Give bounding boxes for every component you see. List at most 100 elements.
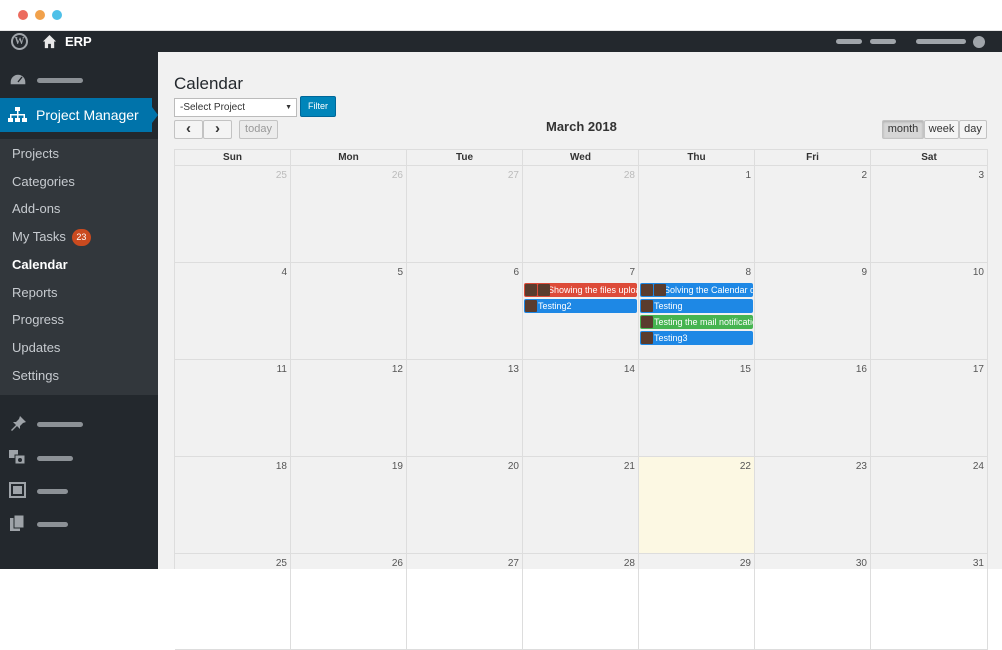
calendar-day-cell[interactable]: 18 xyxy=(175,457,291,554)
calendar-day-cell[interactable]: 6 xyxy=(407,263,523,360)
calendar-day-cell[interactable]: 13 xyxy=(407,360,523,457)
calendar-event[interactable]: Testing3 xyxy=(640,331,753,345)
calendar-day-cell[interactable]: 8 Solving the Calendar du Testing Testing t… xyxy=(639,263,755,360)
menu-label-placeholder[interactable] xyxy=(37,522,68,527)
menu-label-placeholder[interactable] xyxy=(37,489,68,494)
day-number: 23 xyxy=(855,461,867,472)
sidebar-item-project-manager[interactable]: Project Manager xyxy=(0,98,152,132)
next-month-button[interactable]: › xyxy=(203,120,232,139)
project-select[interactable]: -Select Project ▼ xyxy=(174,98,297,117)
view-week-button[interactable]: week xyxy=(924,120,959,139)
submenu-item-calendar[interactable]: Calendar xyxy=(12,257,68,272)
view-month-button[interactable]: month xyxy=(882,120,924,139)
calendar-day-cell[interactable]: 11 xyxy=(175,360,291,457)
assignee-avatar xyxy=(538,284,550,296)
home-icon[interactable] xyxy=(42,34,57,49)
calendar-day-cell[interactable]: 27 xyxy=(407,166,523,263)
calendar-day-cell[interactable]: 16 xyxy=(755,360,871,457)
calendar-event[interactable]: Showing the files upload fi xyxy=(524,283,637,297)
calendar-event[interactable]: Solving the Calendar du xyxy=(640,283,753,297)
day-of-week-header: Tue xyxy=(407,150,523,166)
calendar-day-cell[interactable]: 26 xyxy=(291,166,407,263)
calendar-day-cell[interactable]: 12 xyxy=(291,360,407,457)
day-number: 5 xyxy=(397,267,403,278)
copy-icon[interactable] xyxy=(9,515,27,531)
close-window-dot[interactable] xyxy=(18,10,28,20)
calendar-day-cell[interactable]: 31 xyxy=(871,554,988,650)
admin-sidebar: Project Manager Projects Categories Add-… xyxy=(0,52,158,569)
calendar-day-cell[interactable]: 26 xyxy=(291,554,407,650)
calendar-day-cell[interactable]: 4 xyxy=(175,263,291,360)
dashboard-icon[interactable] xyxy=(9,72,27,88)
day-number: 27 xyxy=(507,170,519,181)
menu-label-placeholder[interactable] xyxy=(37,78,83,83)
calendar-day-cell[interactable]: 7 Showing the files upload fi Testing2 xyxy=(523,263,639,360)
calendar-day-cell[interactable]: 3 xyxy=(871,166,988,263)
calendar-day-cell[interactable]: 1 xyxy=(639,166,755,263)
pin-icon[interactable] xyxy=(9,415,27,431)
day-number: 21 xyxy=(623,461,635,472)
calendar-event[interactable]: Testing xyxy=(640,299,753,313)
calendar-day-cell[interactable]: 28 xyxy=(523,554,639,650)
calendar-day-cell[interactable]: 19 xyxy=(291,457,407,554)
media-icon[interactable] xyxy=(9,449,27,465)
submenu-item-addons[interactable]: Add-ons xyxy=(12,201,60,216)
day-number: 28 xyxy=(623,170,635,181)
event-title: Testing2 xyxy=(538,301,572,311)
calendar-day-cell[interactable]: 25 xyxy=(175,166,291,263)
assignee-avatar xyxy=(641,284,653,296)
day-number: 3 xyxy=(978,170,984,181)
page-title: Calendar xyxy=(174,74,243,93)
adminbar-placeholder[interactable] xyxy=(836,39,862,44)
today-button[interactable]: today xyxy=(239,120,278,139)
wordpress-icon[interactable]: W xyxy=(11,33,28,50)
submenu-item-settings[interactable]: Settings xyxy=(12,368,59,383)
calendar-day-cell[interactable]: 10 xyxy=(871,263,988,360)
pages-icon[interactable] xyxy=(9,482,27,498)
calendar-day-cell[interactable]: 20 xyxy=(407,457,523,554)
day-number: 27 xyxy=(507,558,519,569)
calendar-day-cell[interactable]: 17 xyxy=(871,360,988,457)
day-number: 26 xyxy=(391,558,403,569)
calendar-day-cell[interactable]: 29 xyxy=(639,554,755,650)
submenu-item-categories[interactable]: Categories xyxy=(12,174,75,189)
user-name-placeholder[interactable] xyxy=(916,39,966,44)
submenu-item-projects[interactable]: Projects xyxy=(12,146,59,161)
minimize-window-dot[interactable] xyxy=(35,10,45,20)
adminbar-placeholder[interactable] xyxy=(870,39,896,44)
submenu-item-updates[interactable]: Updates xyxy=(12,340,60,355)
calendar-day-cell[interactable]: 15 xyxy=(639,360,755,457)
calendar-day-cell[interactable]: 14 xyxy=(523,360,639,457)
submenu-item-my-tasks[interactable]: My Tasks 23 xyxy=(12,229,91,246)
calendar-day-cell[interactable]: 5 xyxy=(291,263,407,360)
menu-label-placeholder[interactable] xyxy=(37,422,83,427)
calendar-title: March 2018 xyxy=(546,119,617,134)
maximize-window-dot[interactable] xyxy=(52,10,62,20)
submenu-item-reports[interactable]: Reports xyxy=(12,285,58,300)
calendar-day-cell[interactable]: 24 xyxy=(871,457,988,554)
day-number: 8 xyxy=(745,267,751,278)
calendar-day-cell[interactable]: 30 xyxy=(755,554,871,650)
calendar-day-cell[interactable]: 2 xyxy=(755,166,871,263)
day-number: 19 xyxy=(391,461,403,472)
calendar-day-cell[interactable]: 28 xyxy=(523,166,639,263)
day-number: 10 xyxy=(972,267,984,278)
calendar-day-cell[interactable]: 22 xyxy=(639,457,755,554)
submenu-item-progress[interactable]: Progress xyxy=(12,312,64,327)
day-number: 31 xyxy=(972,558,984,569)
day-number: 17 xyxy=(972,364,984,375)
site-name-link[interactable]: ERP xyxy=(65,34,92,49)
view-day-button[interactable]: day xyxy=(959,120,987,139)
calendar-day-cell[interactable]: 25 xyxy=(175,554,291,650)
calendar-day-cell[interactable]: 9 xyxy=(755,263,871,360)
user-avatar[interactable] xyxy=(973,36,985,48)
calendar-event[interactable]: Testing2 xyxy=(524,299,637,313)
menu-label-placeholder[interactable] xyxy=(37,456,73,461)
day-number: 29 xyxy=(739,558,751,569)
filter-button[interactable]: Filter xyxy=(300,96,336,117)
prev-month-button[interactable]: ‹ xyxy=(174,120,203,139)
calendar-day-cell[interactable]: 21 xyxy=(523,457,639,554)
calendar-event[interactable]: Testing the mail notificatio xyxy=(640,315,753,329)
calendar-day-cell[interactable]: 27 xyxy=(407,554,523,650)
calendar-day-cell[interactable]: 23 xyxy=(755,457,871,554)
